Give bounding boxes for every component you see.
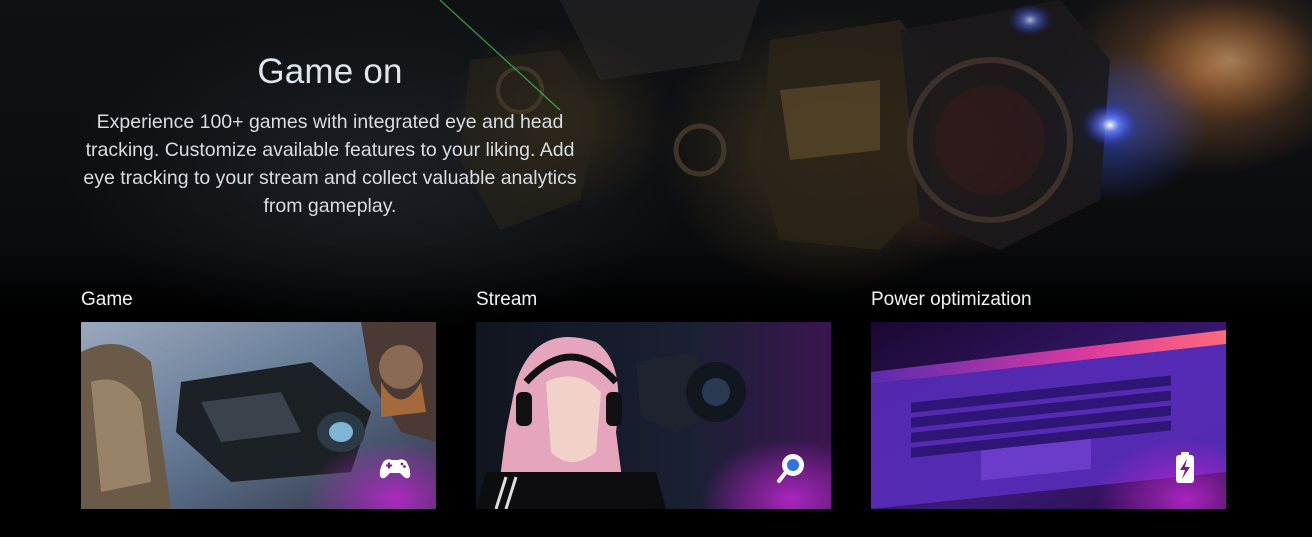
icon-glow <box>691 419 831 509</box>
feature-image-power[interactable] <box>871 322 1226 509</box>
feature-image-game[interactable] <box>81 322 436 509</box>
feature-card-stream[interactable]: Stream <box>476 288 831 509</box>
gamepad-icon <box>379 459 411 479</box>
battery-icon <box>1176 452 1194 483</box>
stream-icon <box>777 454 804 483</box>
feature-image-stream[interactable] <box>476 322 831 509</box>
intro-section: Game on Experience 100+ games with integ… <box>80 52 580 220</box>
feature-title-stream: Stream <box>476 289 538 310</box>
feature-card-power[interactable]: Power optimization <box>871 288 1226 509</box>
feature-title-game: Game <box>81 289 133 310</box>
icon-glow <box>296 419 436 509</box>
feature-title-power: Power optimization <box>871 289 1032 310</box>
feature-card-game[interactable]: Game <box>81 288 436 509</box>
icon-glow <box>1086 419 1226 509</box>
intro-description: Experience 100+ games with integrated ey… <box>83 111 577 217</box>
page-title: Game on <box>257 52 403 91</box>
feature-cards: Game Stream Power optimization <box>81 288 1231 510</box>
